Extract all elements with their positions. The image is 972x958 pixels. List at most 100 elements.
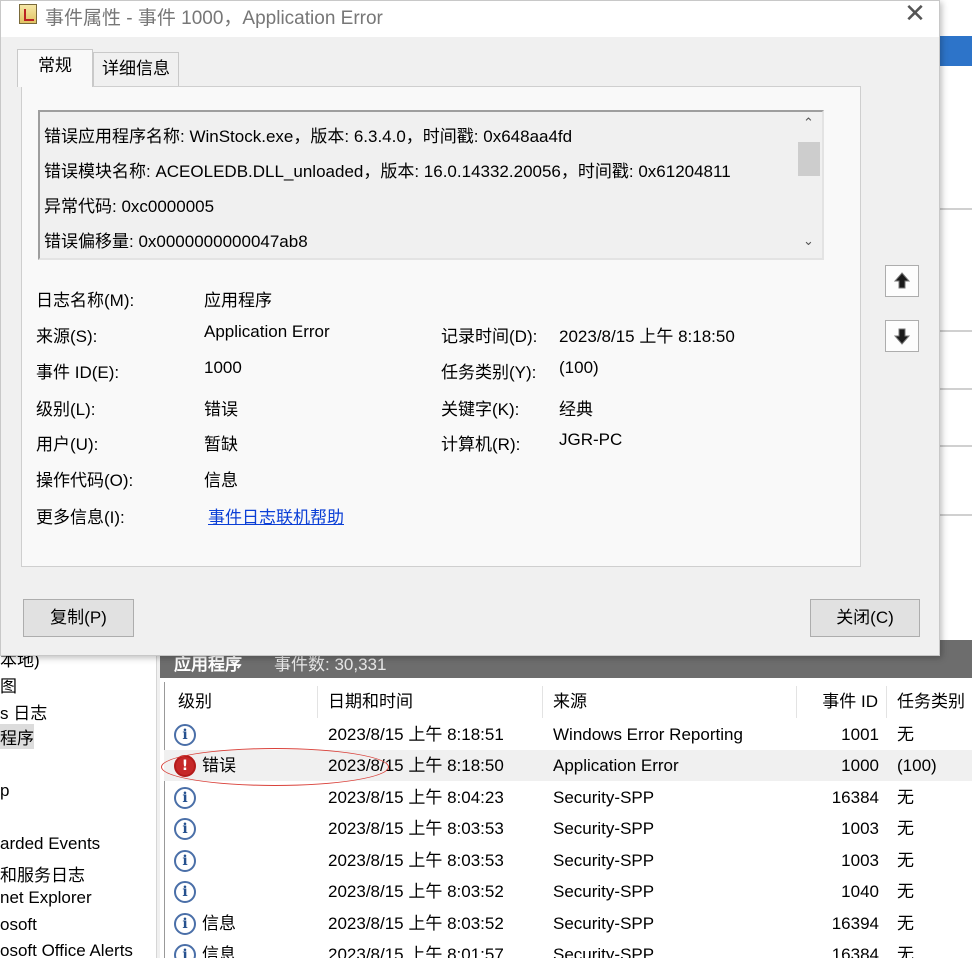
source-cell: Windows Error Reporting [553,725,743,744]
column-task-category[interactable]: 任务类别 [887,686,972,718]
copy-button[interactable]: 复制(P) [23,599,134,637]
event-id-cell: 1003 [841,851,879,870]
datetime-cell: 2023/8/15 上午 8:01:57 [328,945,504,958]
event-id-label: 事件 ID(E): [36,363,120,382]
tree-item[interactable]: s 日志 [0,699,47,724]
user-label: 用户(U): [36,435,99,454]
tree-item[interactable]: p [0,781,9,801]
table-row[interactable]: i 2023/8/15 上午 8:03:52 Security-SPP 1040 无 [164,876,972,907]
level-value: 错误 [204,400,238,419]
logged-label: 记录时间(D): [441,327,538,346]
log-name-value: 应用程序 [204,291,272,310]
tree-item[interactable]: osoft [0,915,37,935]
source-cell: Application Error [553,756,679,775]
task-category-cell: 无 [897,788,914,807]
keywords-label: 关键字(K): [441,400,520,419]
tree-item[interactable]: 和服务日志 [0,861,85,886]
log-name-label: 日志名称(M): [36,291,135,310]
event-id-cell: 1040 [841,882,879,901]
task-category-cell: 无 [897,914,914,933]
task-category-value: (100) [559,358,599,377]
datetime-cell: 2023/8/15 上午 8:03:53 [328,819,504,838]
background-divider [940,445,972,447]
info-icon: i [174,724,196,746]
column-source[interactable]: 来源 [543,686,797,718]
event-description-box[interactable]: 错误应用程序名称: WinStock.exe，版本: 6.3.4.0，时间戳: … [38,110,824,260]
table-row[interactable]: i 信息 2023/8/15 上午 8:01:57 Security-SPP 16384… [164,939,972,958]
background-window-strip [940,36,972,66]
table-row[interactable]: i 2023/8/15 上午 8:18:51 Windows Error Repor… [164,719,972,750]
description-scrollbar[interactable]: ⌃ ⌄ [795,112,822,258]
column-level[interactable]: 级别 [168,686,318,718]
tree-item[interactable]: arded Events [0,834,100,854]
background-divider [940,514,972,516]
table-row[interactable]: i 2023/8/15 上午 8:03:53 Security-SPP 1003 无 [164,845,972,876]
previous-event-button[interactable] [885,265,919,297]
table-row[interactable]: i 2023/8/15 上午 8:04:23 Security-SPP 16384 无 [164,782,972,813]
source-cell: Security-SPP [553,851,655,870]
arrow-down-icon [893,328,911,345]
level-cell: 信息 [202,945,236,958]
background-divider [940,208,972,210]
info-icon: i [174,913,196,935]
source-label: 来源(S): [36,327,98,346]
source-cell: Security-SPP [553,945,655,958]
info-icon: i [174,944,196,958]
dialog-titlebar[interactable]: 事件属性 - 事件 1000，Application Error ✕ [1,1,939,37]
opcode-label: 操作代码(O): [36,471,134,490]
more-info-label: 更多信息(I): [36,508,125,527]
description-line: 异常代码: 0xc0000005 [44,197,215,216]
tab-general[interactable]: 常规 [17,49,93,87]
online-help-link[interactable]: 事件日志联机帮助 [208,503,344,528]
table-row[interactable]: i 2023/8/15 上午 8:03:53 Security-SPP 1003 无 [164,813,972,844]
info-icon: i [174,881,196,903]
description-line: 错误模块名称: ACEOLEDB.DLL_unloaded，版本: 16.0.1… [44,162,731,181]
annotation-ellipse [161,748,389,786]
event-viewer-icon [19,4,37,24]
info-icon: i [174,818,196,840]
column-datetime[interactable]: 日期和时间 [318,686,543,718]
datetime-cell: 2023/8/15 上午 8:03:52 [328,882,504,901]
datetime-cell: 2023/8/15 上午 8:04:23 [328,788,504,807]
keywords-value: 经典 [559,400,593,419]
event-id-cell: 1000 [841,756,879,775]
description-line: 错误偏移量: 0x0000000000047ab8 [44,232,308,251]
opcode-value: 信息 [204,471,238,490]
table-row[interactable]: i 信息 2023/8/15 上午 8:03:52 Security-SPP 16394… [164,908,972,939]
arrow-up-icon [893,272,911,289]
datetime-cell: 2023/8/15 上午 8:03:53 [328,851,504,870]
computer-value: JGR-PC [559,430,623,449]
scroll-up-icon[interactable]: ⌃ [795,116,822,131]
event-id-value: 1000 [204,358,242,377]
event-id-cell: 16394 [831,914,879,933]
close-button[interactable]: 关闭(C) [810,599,920,637]
dialog-title: 事件属性 - 事件 1000，Application Error [45,8,383,29]
tree-item-application[interactable]: 程序 [0,724,34,749]
source-cell: Security-SPP [553,882,655,901]
event-id-cell: 1001 [841,725,879,744]
tree-item[interactable]: osoft Office Alerts [0,941,133,958]
datetime-cell: 2023/8/15 上午 8:03:52 [328,914,504,933]
next-event-button[interactable] [885,320,919,352]
task-category-cell: 无 [897,851,914,870]
close-icon[interactable]: ✕ [897,1,933,31]
source-cell: Security-SPP [553,788,655,807]
info-icon: i [174,787,196,809]
tree-item[interactable]: net Explorer [0,888,92,908]
task-category-cell: 无 [897,819,914,838]
column-event-id[interactable]: 事件 ID [797,686,887,718]
source-cell: Security-SPP [553,819,655,838]
tree-item[interactable]: 图 [0,672,17,697]
scroll-down-icon[interactable]: ⌄ [795,234,822,249]
info-icon: i [174,850,196,872]
task-category-cell: 无 [897,882,914,901]
task-category-cell: 无 [897,945,914,958]
scroll-thumb[interactable] [798,142,820,176]
task-category-label: 任务类别(Y): [441,363,537,382]
computer-label: 计算机(R): [441,435,521,454]
event-id-cell: 16384 [831,788,879,807]
level-label: 级别(L): [36,400,96,419]
user-value: 暂缺 [204,435,238,454]
task-category-cell: 无 [897,725,914,744]
tab-details[interactable]: 详细信息 [93,52,179,86]
